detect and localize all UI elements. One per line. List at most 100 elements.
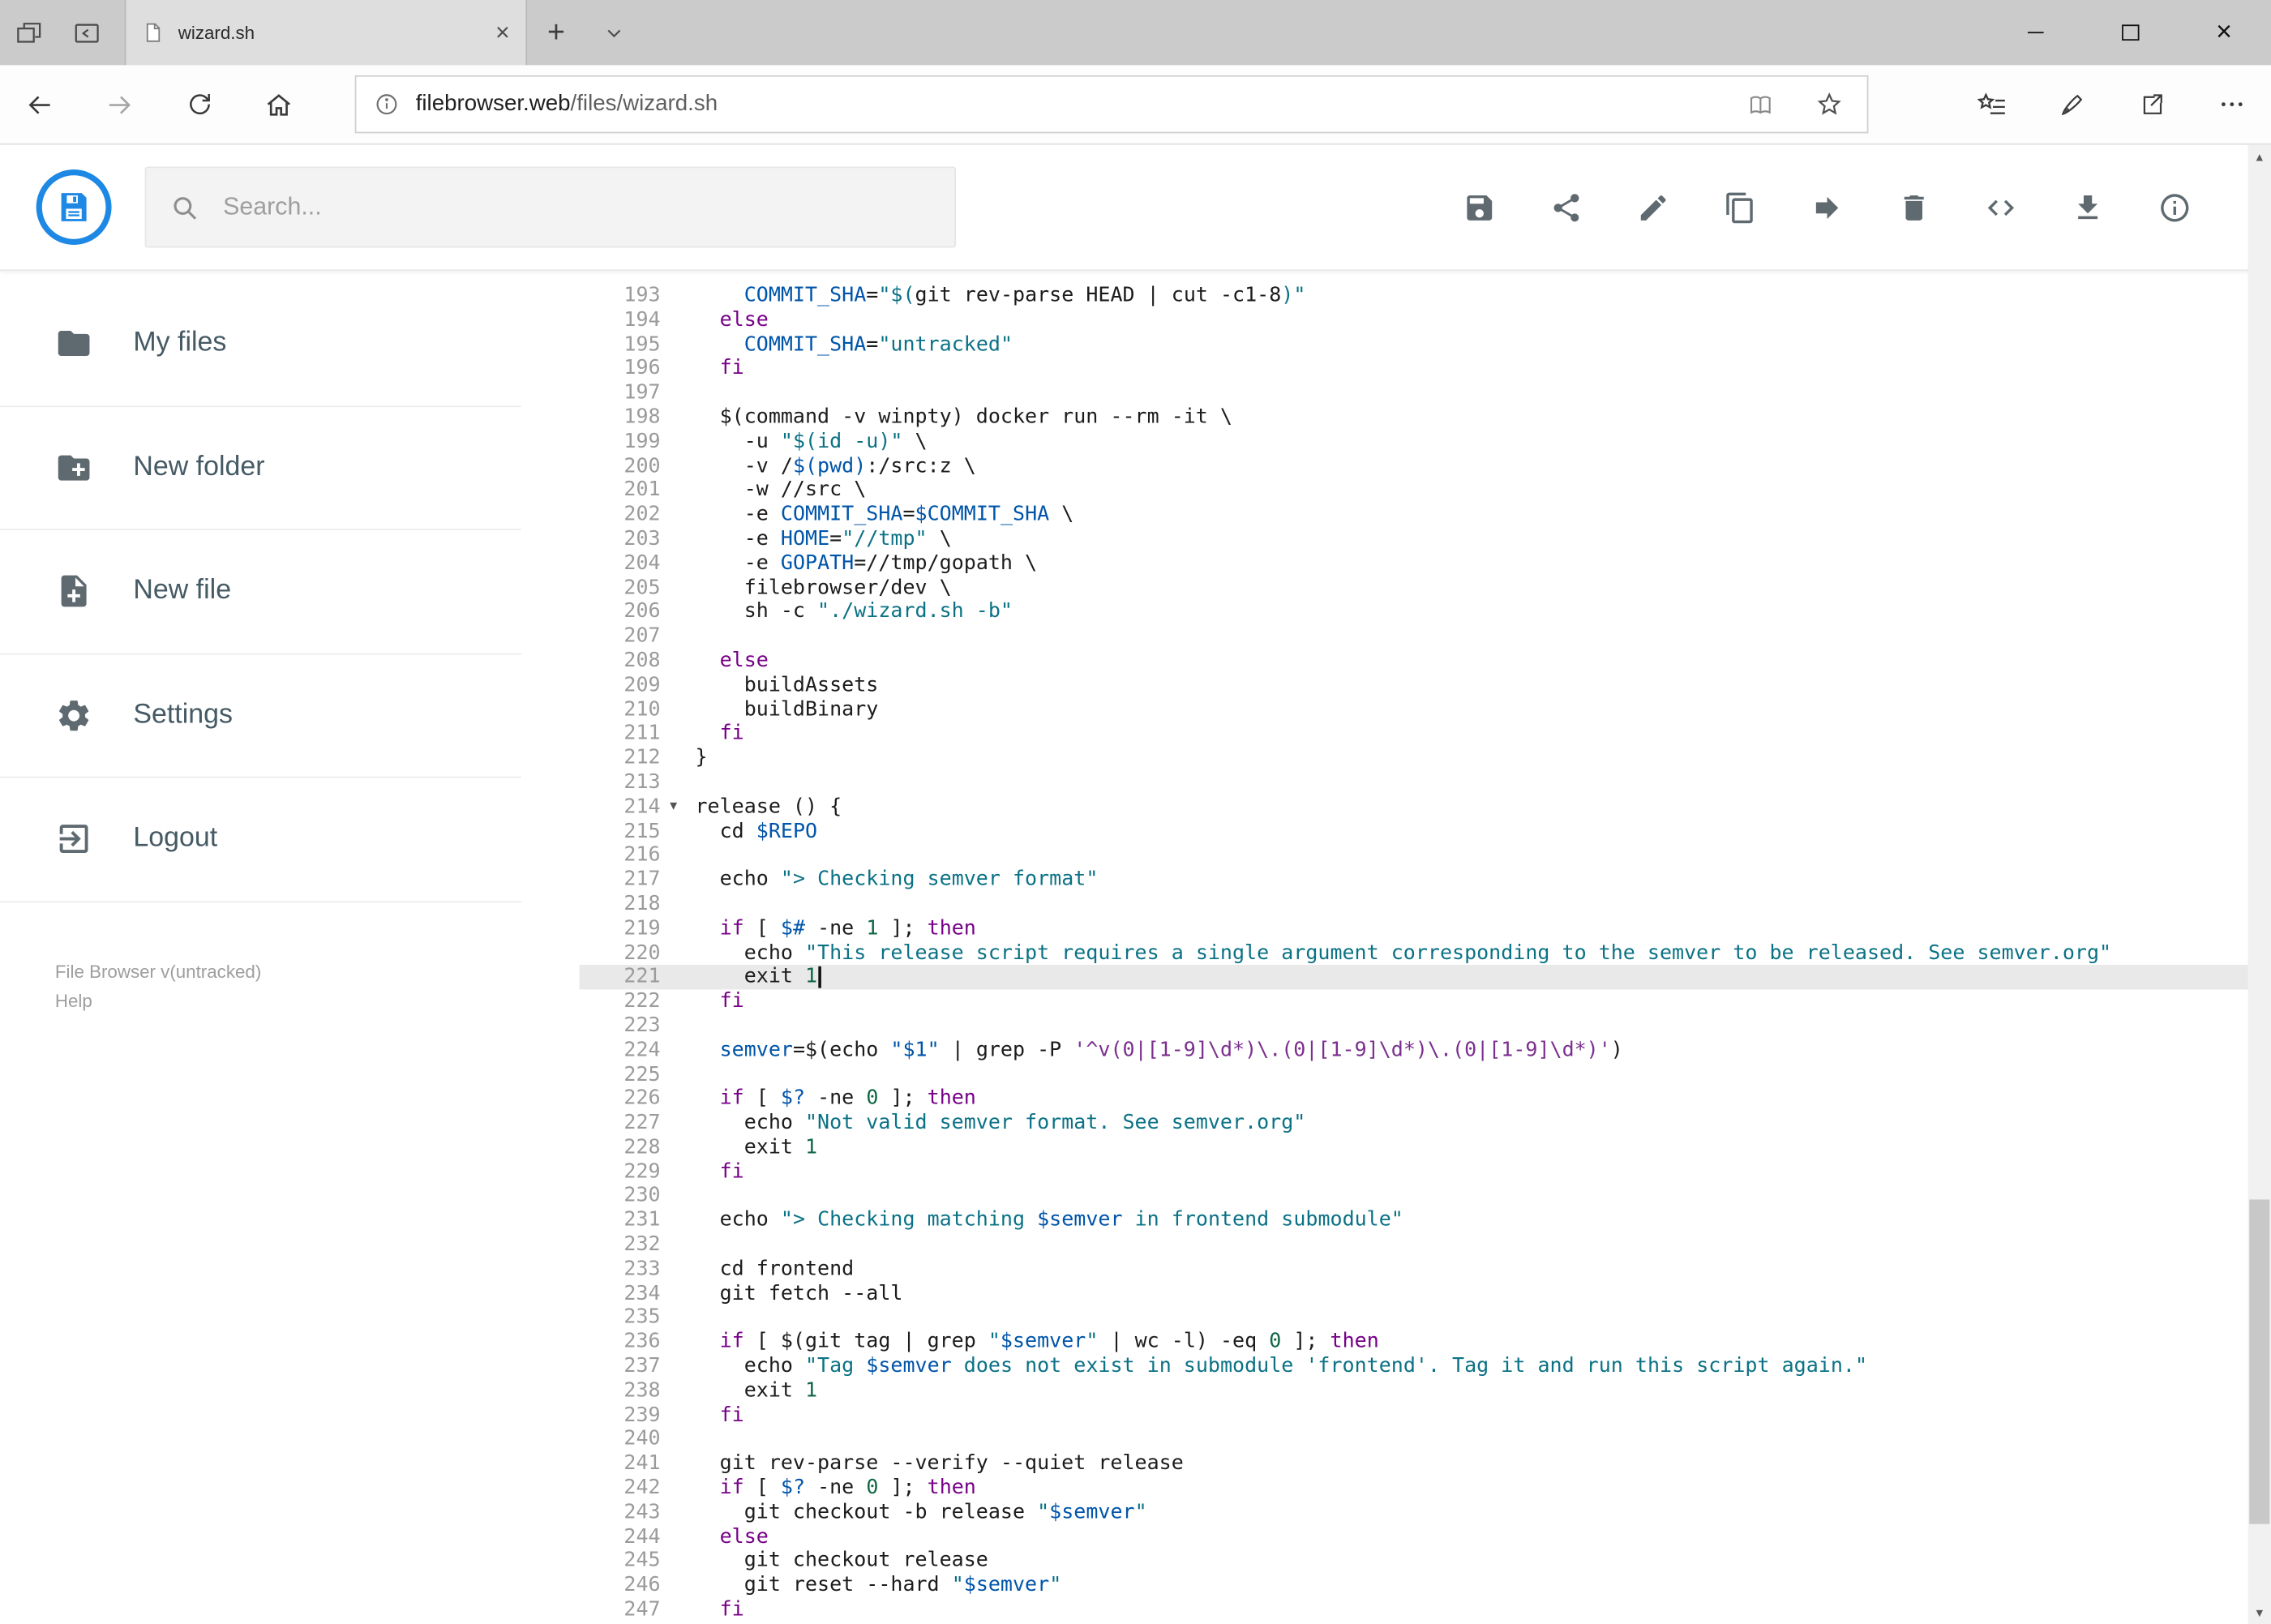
code-line-245[interactable]: 245 git checkout release bbox=[580, 1549, 2248, 1574]
code-line-233[interactable]: 233 cd frontend bbox=[580, 1258, 2248, 1282]
code-line-240[interactable]: 240 bbox=[580, 1428, 2248, 1452]
code-line-223[interactable]: 223 bbox=[580, 1014, 2248, 1039]
refresh-icon[interactable] bbox=[160, 65, 239, 143]
code-editor[interactable]: 193 COMMIT_SHA="$(git rev-parse HEAD | c… bbox=[579, 271, 2248, 1624]
code-line-243[interactable]: 243 git checkout -b release "$semver" bbox=[580, 1501, 2248, 1525]
search-bar[interactable] bbox=[144, 166, 957, 248]
code-line-197[interactable]: 197 bbox=[580, 381, 2248, 405]
favorite-star-icon[interactable] bbox=[1815, 90, 1844, 119]
delete-icon[interactable] bbox=[1897, 191, 1930, 224]
search-input[interactable] bbox=[220, 191, 932, 224]
code-view-icon[interactable] bbox=[1984, 191, 2017, 224]
code-line-200[interactable]: 200 -v /$(pwd):/src:z \ bbox=[580, 454, 2248, 478]
code-line-224[interactable]: 224 semver=$(echo "$1" | grep -P '^v(0|[… bbox=[580, 1039, 2248, 1063]
code-line-215[interactable]: 215 cd $REPO bbox=[580, 819, 2248, 843]
code-line-198[interactable]: 198 $(command -v winpty) docker run --rm… bbox=[580, 405, 2248, 430]
tab-preview-icon[interactable] bbox=[0, 0, 58, 65]
code-line-204[interactable]: 204 -e GOPATH=//tmp/gopath \ bbox=[580, 551, 2248, 576]
code-line-232[interactable]: 232 bbox=[580, 1233, 2248, 1258]
code-line-194[interactable]: 194 else bbox=[580, 308, 2248, 332]
code-line-208[interactable]: 208 else bbox=[580, 649, 2248, 673]
code-line-241[interactable]: 241 git rev-parse --verify --quiet relea… bbox=[580, 1452, 2248, 1476]
code-line-227[interactable]: 227 echo "Not valid semver format. See s… bbox=[580, 1112, 2248, 1136]
code-line-202[interactable]: 202 -e COMMIT_SHA=$COMMIT_SHA \ bbox=[580, 503, 2248, 527]
code-line-207[interactable]: 207 bbox=[580, 624, 2248, 649]
code-line-239[interactable]: 239 fi bbox=[580, 1403, 2248, 1428]
help-link[interactable]: Help bbox=[55, 986, 580, 1015]
code-line-226[interactable]: 226 if [ $? -ne 0 ]; then bbox=[580, 1087, 2248, 1112]
sidebar-item-logout[interactable]: Logout bbox=[0, 778, 522, 902]
code-line-212[interactable]: 212} bbox=[580, 746, 2248, 770]
code-line-230[interactable]: 230 bbox=[580, 1185, 2248, 1209]
code-line-196[interactable]: 196 fi bbox=[580, 357, 2248, 381]
code-line-199[interactable]: 199 -u "$(id -u)" \ bbox=[580, 430, 2248, 454]
code-line-221[interactable]: 221 exit 1 bbox=[579, 965, 2248, 990]
reading-view-icon[interactable] bbox=[1746, 91, 1776, 118]
code-line-193[interactable]: 193 COMMIT_SHA="$(git rev-parse HEAD | c… bbox=[580, 284, 2248, 308]
edit-icon[interactable] bbox=[1637, 191, 1670, 224]
close-window-button[interactable]: × bbox=[2177, 0, 2271, 65]
tab-close-icon[interactable]: × bbox=[495, 20, 510, 45]
code-line-195[interactable]: 195 COMMIT_SHA="untracked" bbox=[580, 332, 2248, 357]
code-line-222[interactable]: 222 fi bbox=[580, 990, 2248, 1014]
info-icon[interactable] bbox=[2158, 191, 2192, 224]
code-line-238[interactable]: 238 exit 1 bbox=[580, 1379, 2248, 1403]
download-icon[interactable] bbox=[2072, 191, 2105, 224]
scrollbar-down-arrow-icon[interactable]: ▼ bbox=[2247, 1600, 2271, 1624]
code-line-206[interactable]: 206 sh -c "./wizard.sh -b" bbox=[580, 600, 2248, 624]
back-icon[interactable] bbox=[0, 65, 79, 143]
scrollbar-up-arrow-icon[interactable]: ▲ bbox=[2247, 145, 2271, 169]
code-line-217[interactable]: 217 echo "> Checking semver format" bbox=[580, 868, 2248, 893]
code-line-213[interactable]: 213 bbox=[580, 770, 2248, 795]
code-line-242[interactable]: 242 if [ $? -ne 0 ]; then bbox=[580, 1476, 2248, 1501]
home-icon[interactable] bbox=[239, 65, 319, 143]
code-line-236[interactable]: 236 if [ $(git tag | grep "$semver" | wc… bbox=[580, 1330, 2248, 1355]
code-line-225[interactable]: 225 bbox=[580, 1063, 2248, 1087]
sidebar-item-settings[interactable]: Settings bbox=[0, 654, 522, 778]
scrollbar-thumb[interactable] bbox=[2249, 1199, 2270, 1524]
code-line-244[interactable]: 244 else bbox=[580, 1525, 2248, 1549]
code-line-231[interactable]: 231 echo "> Checking matching $semver in… bbox=[580, 1209, 2248, 1233]
more-settings-icon[interactable] bbox=[2192, 65, 2271, 143]
url-text[interactable]: filebrowser.web/files/wizard.sh bbox=[416, 92, 718, 118]
minimize-button[interactable] bbox=[1989, 0, 2083, 65]
code-line-237[interactable]: 237 echo "Tag $semver does not exist in … bbox=[580, 1355, 2248, 1379]
code-line-234[interactable]: 234 git fetch --all bbox=[580, 1282, 2248, 1306]
tab-list-chevron-icon[interactable] bbox=[585, 0, 643, 65]
hub-favorites-icon[interactable] bbox=[1952, 65, 2032, 143]
filebrowser-logo[interactable] bbox=[36, 169, 112, 245]
site-info-icon[interactable] bbox=[374, 92, 400, 118]
code-line-209[interactable]: 209 buildAssets bbox=[580, 673, 2248, 697]
code-line-201[interactable]: 201 -w //src \ bbox=[580, 478, 2248, 503]
copy-icon[interactable] bbox=[1724, 191, 1757, 224]
sidebar-item-new-folder[interactable]: New folder bbox=[0, 406, 522, 530]
forward-icon[interactable] bbox=[79, 65, 159, 143]
code-line-219[interactable]: 219 if [ $# -ne 1 ]; then bbox=[580, 917, 2248, 941]
code-line-214[interactable]: 214 ▾ release () { bbox=[580, 795, 2248, 819]
code-line-203[interactable]: 203 -e HOME="//tmp" \ bbox=[580, 527, 2248, 551]
page-scrollbar[interactable]: ▲ ▼ bbox=[2247, 144, 2271, 1624]
set-tabs-aside-icon[interactable] bbox=[58, 0, 115, 65]
code-line-210[interactable]: 210 buildBinary bbox=[580, 697, 2248, 722]
code-line-218[interactable]: 218 bbox=[580, 893, 2248, 917]
code-line-247[interactable]: 247 fi bbox=[580, 1598, 2248, 1622]
save-icon[interactable] bbox=[1463, 191, 1496, 224]
maximize-button[interactable] bbox=[2083, 0, 2177, 65]
sidebar-item-my-files[interactable]: My files bbox=[0, 282, 522, 407]
code-line-229[interactable]: 229 fi bbox=[580, 1160, 2248, 1185]
code-line-205[interactable]: 205 filebrowser/dev \ bbox=[580, 576, 2248, 600]
share-icon[interactable] bbox=[2112, 65, 2192, 143]
sidebar-item-new-file[interactable]: New file bbox=[0, 530, 522, 654]
move-icon[interactable] bbox=[1810, 191, 1844, 224]
code-line-228[interactable]: 228 exit 1 bbox=[580, 1136, 2248, 1160]
address-bar[interactable]: filebrowser.web/files/wizard.sh bbox=[354, 75, 1869, 134]
browser-tab-wizard-sh[interactable]: wizard.sh × bbox=[124, 0, 528, 66]
code-line-235[interactable]: 235 bbox=[580, 1306, 2248, 1330]
code-line-246[interactable]: 246 git reset --hard "$semver" bbox=[580, 1574, 2248, 1598]
code-line-220[interactable]: 220 echo "This release script requires a… bbox=[580, 941, 2248, 966]
new-tab-icon[interactable]: + bbox=[527, 0, 585, 65]
code-line-216[interactable]: 216 bbox=[580, 844, 2248, 868]
code-line-211[interactable]: 211 fi bbox=[580, 722, 2248, 746]
fold-arrow-icon[interactable]: ▾ bbox=[661, 795, 687, 819]
web-note-pen-icon[interactable] bbox=[2032, 65, 2111, 143]
